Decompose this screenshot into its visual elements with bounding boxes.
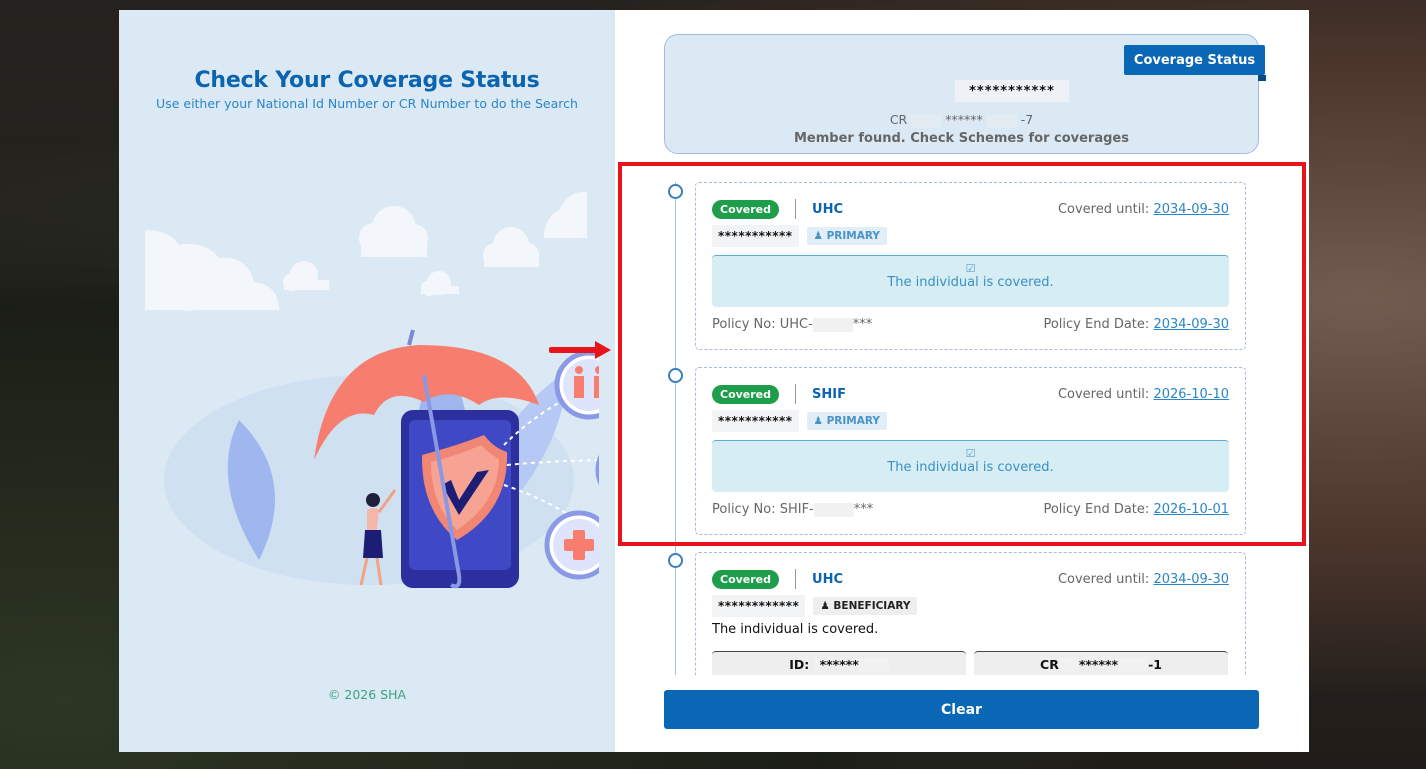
insurance-illustration [145,191,599,589]
scheme-name: SHIF [812,386,846,402]
covered-message: The individual is covered. [712,622,879,637]
coverage-modal: Check Your Coverage Status Use either yo… [119,10,1309,752]
policy-number: Policy No: SHIF- *** [712,502,874,517]
coverage-list[interactable]: Covered UHC Covered until: 2034-09-30 **… [660,170,1260,675]
coverage-card-shif-primary: Covered SHIF Covered until: 2026-10-10 *… [695,367,1246,535]
left-panel: Check Your Coverage Status Use either yo… [119,10,615,752]
role-badge: ♟ PRIMARY [806,227,887,245]
beneficiary-id-box: ID: ****** [712,651,966,675]
right-panel: *********** CR ****** -7 Member found. C… [615,10,1309,752]
role-badge: ♟ PRIMARY [806,412,887,430]
coverage-card-uhc-beneficiary: Covered UHC Covered until: 2034-09-30 **… [695,552,1246,675]
covered-badge: Covered [712,384,780,404]
covered-until-date-link[interactable]: 2034-09-30 [1153,572,1229,587]
home-icon [595,454,599,486]
masked-member-name: *********** [712,410,799,432]
timeline-line [675,182,676,675]
masked-id-number: *********** [955,80,1069,102]
coverage-status-badge: Coverage Status [1124,45,1266,81]
timeline-dot [668,184,683,199]
arrow-right-icon [549,341,611,359]
covered-until: Covered until: 2034-09-30 [1057,571,1229,587]
policy-number: Policy No: UHC- *** [712,317,873,332]
clear-button[interactable]: Clear [664,690,1259,729]
covered-badge: Covered [712,569,780,589]
cr-number: CR ****** -7 [889,112,1034,128]
covered-until-date-link[interactable]: 2034-09-30 [1153,202,1229,217]
clouds-decoration [145,191,587,311]
covered-status-box: ☑ The individual is covered. [712,440,1229,492]
member-found-message: Member found. Check Schemes for coverage… [794,131,1129,146]
coverage-card-uhc-primary: Covered UHC Covered until: 2034-09-30 **… [695,182,1246,350]
masked-member-name: ************ [712,595,806,617]
beneficiary-cr-box: CR ****** -1 [974,651,1228,675]
scheme-name: UHC [812,571,844,587]
policy-end-date: Policy End Date: 2034-09-30 [1043,317,1229,332]
scheme-name: UHC [812,201,844,217]
check-square-icon: ☑ [965,447,976,460]
covered-until: Covered until: 2026-10-10 [1057,386,1229,402]
copyright-footer: © 2026 SHA [327,687,407,702]
role-badge: ♟ BENEFICIARY [813,597,918,615]
covered-badge: Covered [712,199,780,219]
timeline-dot [668,553,683,568]
policy-end-date-link[interactable]: 2034-09-30 [1153,317,1229,332]
masked-member-name: *********** [712,225,799,247]
policy-end-date: Policy End Date: 2026-10-01 [1043,502,1229,517]
covered-until-date-link[interactable]: 2026-10-10 [1153,387,1229,402]
covered-status-box: ☑ The individual is covered. [712,255,1229,307]
family-icon [554,350,599,420]
timeline-dot [668,368,683,383]
medical-cross-icon [544,510,599,580]
page-subtitle: Use either your National Id Number or CR… [156,96,578,111]
page-title: Check Your Coverage Status [194,68,540,93]
check-square-icon: ☑ [965,262,976,275]
policy-end-date-link[interactable]: 2026-10-01 [1153,502,1229,517]
covered-until: Covered until: 2034-09-30 [1057,201,1229,217]
